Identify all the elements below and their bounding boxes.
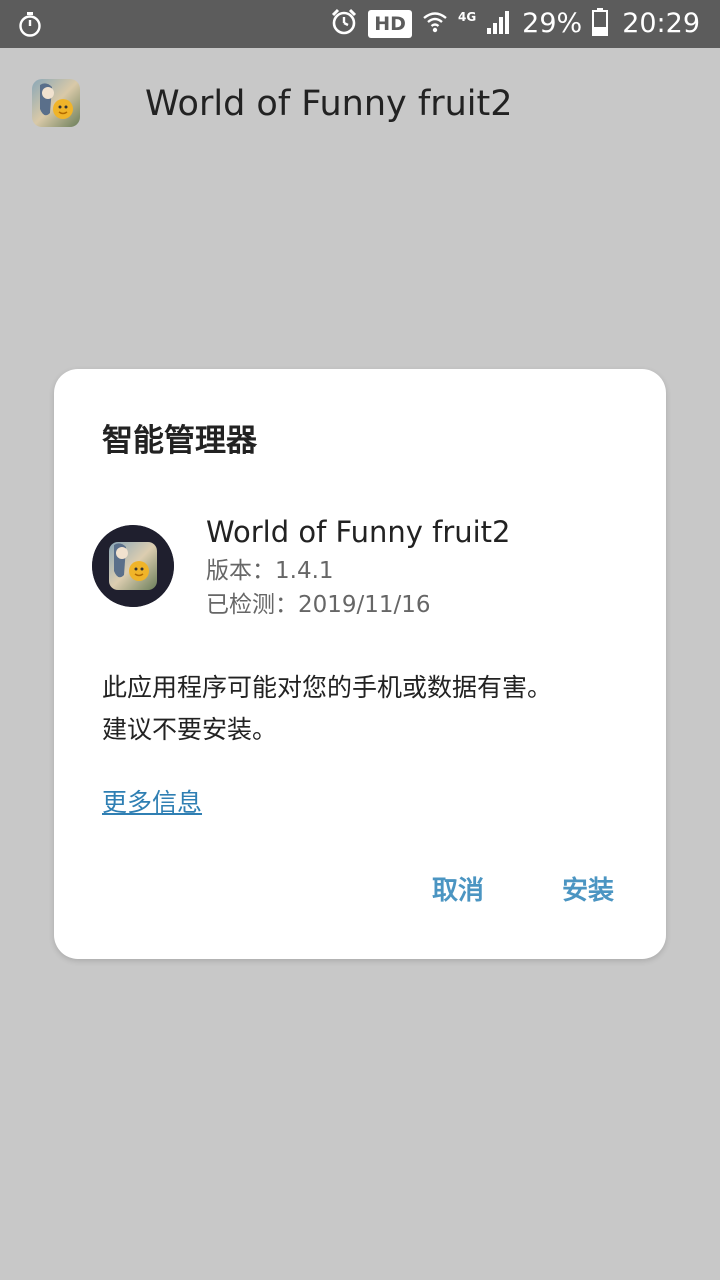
dialog-title: 智能管理器 [102,423,257,459]
battery-percentage: 29% [522,8,583,39]
signal-icon [486,9,512,39]
status-bar: HD 4G 29% 20:29 [0,0,720,48]
stopwatch-icon [18,12,42,42]
header-title: World of Funny fruit2 [145,84,513,124]
battery-icon [592,8,609,40]
app-name: World of Funny fruit2 [206,515,511,549]
app-icon [92,525,174,607]
4g-icon: 4G [457,10,477,24]
security-dialog: 智能管理器 World of Funny fruit2 版本：1.4.1 已检测… [54,369,666,959]
install-button[interactable]: 安装 [562,871,614,911]
wifi-icon [422,9,448,39]
alarm-icon [330,8,358,40]
more-info-link[interactable]: 更多信息 [102,785,202,821]
app-version: 版本：1.4.1 [206,558,334,584]
warning-message: 此应用程序可能对您的手机或数据有害。 建议不要安装。 [102,667,642,751]
app-icon [32,79,80,127]
app-header: World of Funny fruit2 [0,48,720,160]
warning-line-2: 建议不要安装。 [102,715,278,744]
cancel-button[interactable]: 取消 [432,871,484,911]
hd-badge: HD [368,10,412,38]
scan-date: 已检测：2019/11/16 [206,592,431,618]
clock: 20:29 [622,8,700,39]
warning-line-1: 此应用程序可能对您的手机或数据有害。 [102,673,553,702]
